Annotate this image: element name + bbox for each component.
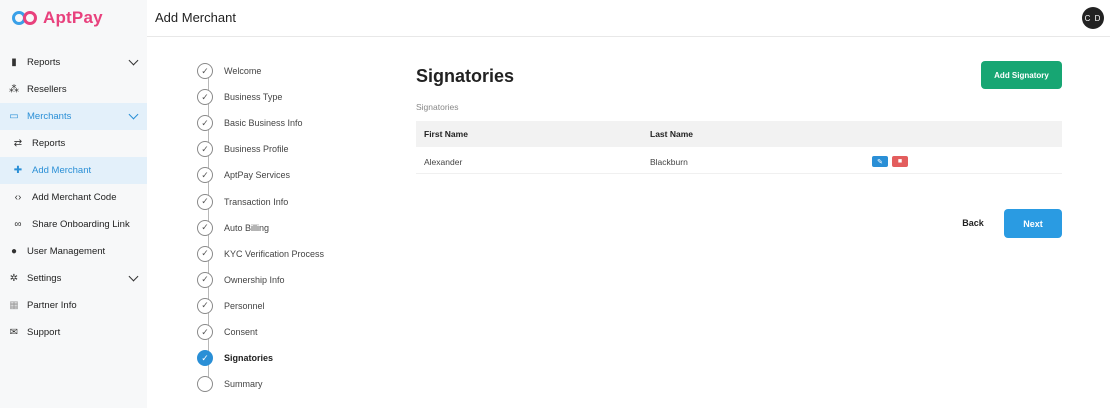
- stepper-step: ✓ Personnel: [197, 297, 265, 314]
- stepper-step: ✓ Signatories: [197, 350, 274, 367]
- sidebar-item-label: Reports: [32, 138, 66, 149]
- sidebar-item-label: Merchants: [27, 111, 72, 122]
- stepper-step: ✓ Ownership Info: [197, 271, 285, 288]
- sidebar-item-add-merchant-code[interactable]: ‹› Add Merchant Code: [0, 184, 147, 211]
- chevron-down-icon: [128, 271, 139, 282]
- sidebar-item-label: Support: [27, 327, 61, 338]
- sidebar-item-resellers[interactable]: ⁂ Resellers: [0, 76, 147, 103]
- sidebar-item-label: Reports: [27, 57, 61, 68]
- page-title: Add Merchant: [155, 10, 236, 25]
- sidebar-item-label: Partner Info: [27, 300, 77, 311]
- check-circle-icon: ✓: [197, 63, 213, 79]
- check-circle-icon: ✓: [197, 193, 213, 210]
- section-title: Signatories: [416, 66, 515, 86]
- stepper-step-label: Summary: [224, 379, 263, 390]
- sidebar-item-merchants[interactable]: ▭ Merchants: [0, 103, 147, 130]
- network-icon: ⁂: [9, 84, 19, 95]
- sidebar-item-support[interactable]: ✉ Support: [0, 319, 147, 346]
- stepper-step: ✓ Welcome: [197, 63, 261, 79]
- stepper-step-label: Consent: [224, 327, 258, 337]
- stepper-step-label: Ownership Info: [224, 274, 285, 285]
- stepper-step-label: Transaction Info: [224, 196, 289, 207]
- stepper-step-label: Personnel: [224, 300, 265, 311]
- check-circle-icon: ✓: [197, 115, 213, 132]
- check-circle-icon: ✓: [197, 324, 213, 340]
- users-icon: ●: [10, 246, 18, 257]
- table-caption: Signatories: [416, 102, 459, 112]
- brand-logo[interactable]: AptPay: [12, 7, 103, 29]
- stepper-step: ✓ Transaction Info: [197, 193, 289, 210]
- stepper-step: ✓ Basic Business Info: [197, 115, 303, 132]
- chevron-down-icon: [128, 55, 139, 66]
- stepper-step: ✓ Business Profile: [197, 141, 289, 158]
- sidebar-nav: ▮ Reports ⁂ Resellers ▭ Merchants ⇄ Repo…: [0, 49, 147, 346]
- stepper-step-label: KYC Verification Process: [224, 248, 325, 259]
- stepper-step-label: AptPay Services: [224, 170, 291, 181]
- user-plus-icon: ✚: [13, 165, 23, 176]
- chevron-down-icon: [128, 109, 139, 120]
- grid-icon: ▦: [9, 300, 19, 311]
- sidebar-item-user-management[interactable]: ● User Management: [0, 238, 147, 265]
- sidebar-item-add-merchant[interactable]: ✚ Add Merchant: [0, 157, 147, 184]
- cell-first-name: Alexander: [424, 157, 463, 167]
- stepper-step-label: Business Type: [224, 92, 283, 103]
- trash-icon[interactable]: ■: [892, 156, 908, 167]
- gear-icon: ✲: [9, 273, 19, 284]
- edit-icon[interactable]: ✎: [872, 156, 888, 167]
- sidebar-item-share-onboarding-link[interactable]: ∞ Share Onboarding Link: [0, 211, 147, 238]
- stepper-step-label: Signatories: [224, 353, 274, 364]
- swap-icon: ⇄: [13, 138, 23, 149]
- sidebar-item-label: Resellers: [27, 84, 67, 95]
- stepper-step: ✓ AptPay Services: [197, 167, 291, 184]
- column-header-last-name: Last Name: [650, 129, 693, 139]
- back-button[interactable]: Back: [953, 214, 993, 232]
- stepper-step: ✓ KYC Verification Process: [197, 245, 325, 262]
- table-row: Alexander Blackburn ✎ ■: [416, 148, 1062, 174]
- stepper-step-label: Welcome: [224, 66, 262, 76]
- cell-last-name: Blackburn: [650, 157, 688, 167]
- sidebar-item-settings[interactable]: ✲ Settings: [0, 265, 147, 292]
- check-circle-icon: ✓: [197, 245, 213, 262]
- stepper-step: ✓ Business Type: [197, 89, 283, 106]
- sidebar: AptPay ▮ Reports ⁂ Resellers ▭ Merchants…: [0, 0, 147, 408]
- stepper-step: ✓ Auto Billing: [197, 219, 270, 236]
- document-icon: ▮: [11, 57, 17, 68]
- check-circle-icon: ✓: [197, 89, 213, 106]
- sidebar-item-reports[interactable]: ▮ Reports: [0, 49, 147, 76]
- brand-name: AptPay: [43, 8, 103, 27]
- user-avatar[interactable]: C D: [1082, 7, 1104, 29]
- next-button[interactable]: Next: [1004, 209, 1062, 238]
- check-circle-icon: ✓: [197, 297, 213, 314]
- sidebar-item-label: Settings: [27, 273, 62, 284]
- aptpay-logo-icon: [12, 9, 40, 27]
- check-circle-icon: ✓: [197, 141, 213, 158]
- wallet-icon: ▭: [9, 111, 19, 122]
- sidebar-item-label: Share Onboarding Link: [32, 219, 130, 230]
- check-circle-icon: ✓: [197, 167, 213, 184]
- empty-circle-icon: [197, 376, 213, 393]
- mail-icon: ✉: [9, 327, 19, 338]
- sidebar-item-label: User Management: [27, 246, 106, 257]
- check-circle-icon: ✓: [197, 219, 213, 236]
- stepper-step-label: Auto Billing: [224, 222, 270, 233]
- link-icon: ∞: [14, 219, 22, 230]
- sidebar-item-label: Add Merchant: [32, 165, 92, 176]
- check-circle-icon: ✓: [197, 350, 213, 367]
- stepper-step-label: Basic Business Info: [224, 118, 303, 129]
- sidebar-item-partner-info[interactable]: ▦ Partner Info: [0, 292, 147, 319]
- stepper-step: Summary: [197, 376, 263, 393]
- sidebar-item-label: Add Merchant Code: [32, 192, 117, 203]
- table-header: First Name Last Name: [416, 121, 1062, 147]
- top-header: Add Merchant C D: [147, 0, 1110, 37]
- stepper-step: ✓ Consent: [197, 324, 258, 340]
- code-icon: ‹›: [14, 192, 22, 203]
- column-header-first-name: First Name: [424, 129, 468, 139]
- stepper-step-label: Business Profile: [224, 144, 289, 155]
- sidebar-item-merchant-reports[interactable]: ⇄ Reports: [0, 130, 147, 157]
- add-signatory-button[interactable]: Add Signatory: [981, 61, 1062, 89]
- check-circle-icon: ✓: [197, 271, 213, 288]
